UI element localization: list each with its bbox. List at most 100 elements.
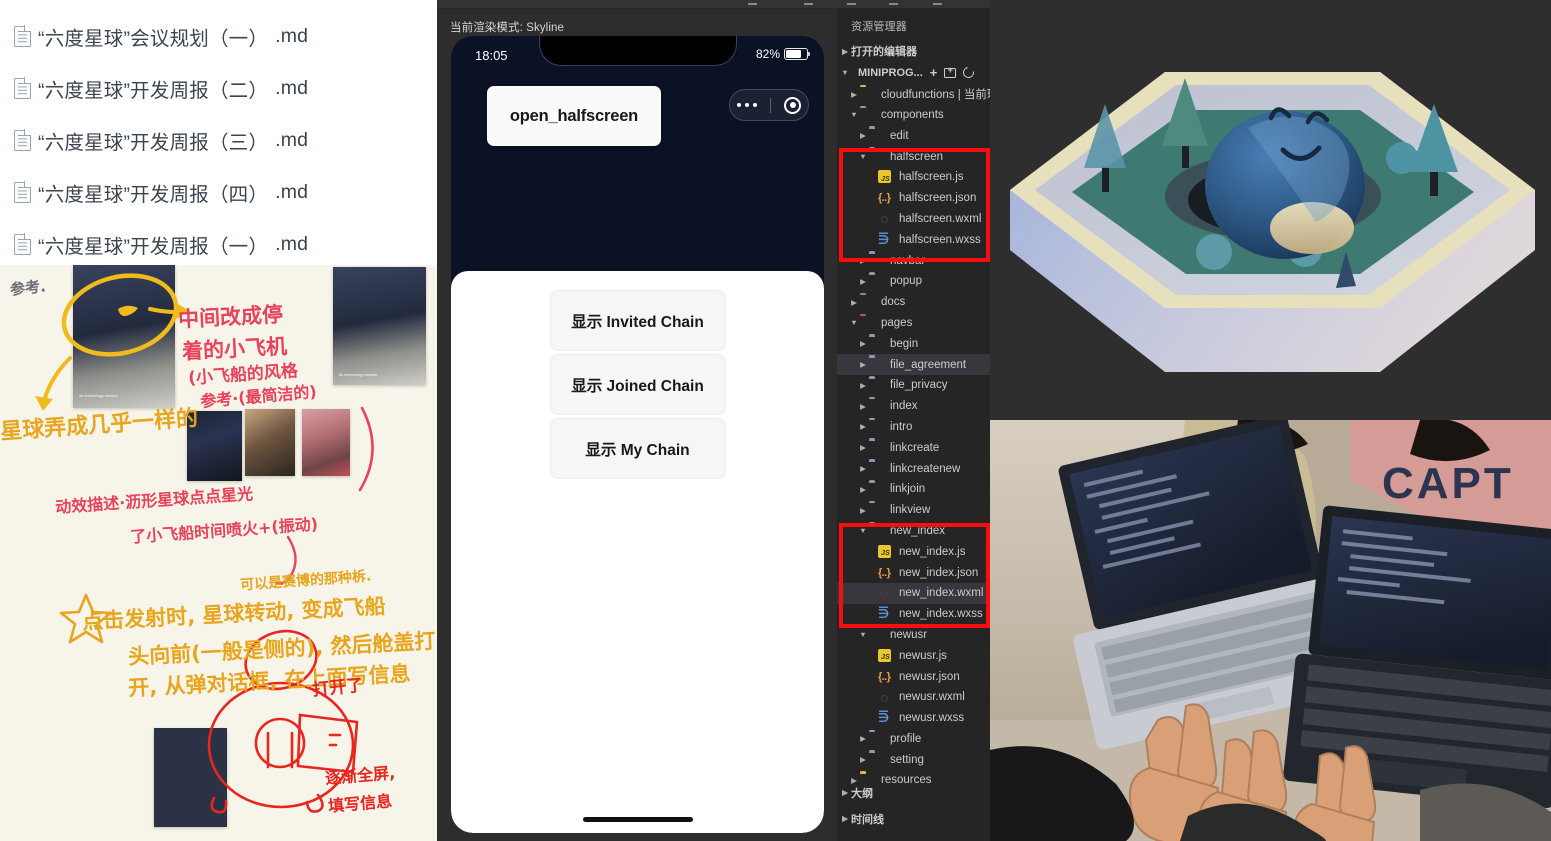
refresh-icon[interactable] (961, 65, 977, 81)
chevron-down-icon[interactable]: ▼ (848, 318, 860, 327)
tree-item-label: new_index.json (899, 566, 979, 579)
tree-file-row[interactable]: ▶{..}new_index.json (837, 562, 992, 583)
tree-folder-row[interactable]: ▶ linkcreate (837, 437, 992, 458)
chevron-right-icon[interactable]: ▶ (857, 422, 869, 431)
halfscreen-button[interactable]: 显示 Joined Chain (549, 354, 726, 415)
tree-folder-row[interactable]: ▶ popup (837, 271, 992, 292)
tree-folder-row[interactable]: ▶ linkcreatenew (837, 458, 992, 479)
tree-item-label: halfscreen.json (899, 192, 977, 205)
tree-folder-row[interactable]: ▶ cloudfunctions | 当前环 (837, 84, 992, 105)
explorer-close-icon[interactable] (933, 3, 942, 5)
chevron-right-icon[interactable]: ▶ (857, 485, 869, 494)
folder-icon (869, 482, 885, 496)
window-maximize-icon[interactable] (804, 3, 813, 5)
open-halfscreen-card[interactable]: open_halfscreen (487, 86, 661, 146)
target-circle-icon[interactable] (784, 96, 802, 114)
tree-file-row[interactable]: ▶⋽halfscreen.wxss (837, 229, 992, 250)
explorer-minimize-icon[interactable] (847, 3, 856, 5)
tree-item-label: newusr.wxml (899, 691, 965, 704)
chevron-down-icon[interactable]: ▼ (857, 526, 869, 535)
explorer-window-chrome (837, 0, 992, 9)
tree-folder-row[interactable]: ▶ file_agreement (837, 354, 992, 375)
tree-file-row[interactable]: ▶JShalfscreen.js (837, 167, 992, 188)
explorer-restore-icon[interactable] (889, 3, 898, 5)
chevron-right-icon[interactable]: ▶ (857, 443, 869, 452)
tree-file-row[interactable]: ▶⋽new_index.wxss (837, 604, 992, 625)
chevron-right-icon[interactable]: ▶ (857, 256, 869, 265)
tree-item-label: new_index.js (899, 545, 966, 558)
document-name: “六度星球”开发周报（四） (38, 183, 269, 206)
plus-icon[interactable]: + (930, 66, 938, 79)
tree-folder-row[interactable]: ▶ profile (837, 729, 992, 750)
list-item[interactable]: “六度星球”开发周报（二） .md (14, 62, 440, 114)
halfscreen-button[interactable]: 显示 Invited Chain (549, 290, 726, 351)
chevron-right-icon[interactable]: ▶ (857, 381, 869, 390)
new-folder-icon[interactable] (944, 65, 957, 78)
list-item[interactable]: “六度星球”开发周报（一） .md (14, 218, 440, 265)
chevron-right-icon[interactable]: ▶ (848, 298, 860, 307)
tree-item-label: index (890, 400, 918, 413)
tree-file-row[interactable]: ▶JSnewusr.js (837, 645, 992, 666)
wechat-capsule-bar[interactable] (729, 89, 809, 121)
tree-folder-row[interactable]: ▶ edit (837, 125, 992, 146)
folder-icon (869, 441, 885, 455)
chevron-down-icon[interactable]: ▼ (857, 630, 869, 639)
tree-folder-row[interactable]: ▼ components (837, 105, 992, 126)
project-header[interactable]: ▼ MINIPROG... + (837, 62, 992, 84)
document-extension: .md (275, 76, 309, 99)
wxss-file-icon: ⋽ (878, 710, 890, 726)
tree-file-row[interactable]: ▶new_index.wxml (837, 582, 992, 604)
tree-file-row[interactable]: ▶{..}halfscreen.json (837, 188, 992, 209)
tree-folder-row[interactable]: ▼ halfscreen (837, 146, 992, 167)
chevron-right-icon[interactable]: ▶ (857, 734, 869, 743)
tree-folder-row[interactable]: ▶ navbar (837, 250, 992, 271)
tree-file-row[interactable]: ▶{..}newusr.json (837, 666, 992, 687)
chevron-down-icon[interactable]: ▼ (848, 110, 860, 119)
section-timeline[interactable]: ▶ 时间线 (837, 808, 992, 829)
halfscreen-button[interactable]: 显示 My Chain (549, 418, 726, 479)
tree-item-label: file_agreement (890, 358, 967, 371)
tree-item-label: linkcreatenew (890, 462, 961, 475)
document-extension: .md (275, 128, 309, 151)
window-minimize-icon[interactable] (748, 3, 757, 5)
chevron-right-icon[interactable]: ▶ (857, 131, 869, 140)
js-file-icon: JS (878, 544, 894, 559)
list-item[interactable]: “六度星球”开发周报（四） .md (14, 166, 440, 218)
tree-folder-row[interactable]: ▼ newusr (837, 625, 992, 646)
tree-file-row[interactable]: ▶⋽newusr.wxss (837, 708, 992, 729)
tree-folder-row[interactable]: ▶ file_privacy (837, 375, 992, 396)
tree-file-row[interactable]: ▶JSnew_index.js (837, 541, 992, 562)
wxml-file-icon (878, 212, 894, 226)
list-item[interactable]: “六度星球”会议规划（一） .md (14, 10, 440, 62)
team-hackathon-photo: CAPT (990, 420, 1551, 841)
tree-folder-row[interactable]: ▼ pages (837, 313, 992, 334)
tree-folder-row[interactable]: ▶ intro (837, 417, 992, 438)
tree-folder-row[interactable]: ▼ new_index (837, 521, 992, 542)
tree-file-row[interactable]: ▶newusr.wxml (837, 687, 992, 708)
section-outline[interactable]: ▶ 大纲 (837, 782, 992, 803)
section-open-editors[interactable]: ▶ 打开的编辑器 (837, 41, 992, 62)
tree-file-row[interactable]: ▶halfscreen.wxml (837, 209, 992, 230)
chevron-right-icon[interactable]: ▶ (848, 90, 860, 99)
chevron-right-icon[interactable]: ▶ (857, 277, 869, 286)
handwritten-note: 打开了 (311, 675, 365, 701)
more-dots-icon[interactable] (736, 102, 758, 108)
tree-folder-row[interactable]: ▶ linkjoin (837, 479, 992, 500)
chevron-right-icon[interactable]: ▶ (857, 464, 869, 473)
chevron-right-icon[interactable]: ▶ (857, 755, 869, 764)
json-file-icon: {..} (878, 192, 891, 205)
tree-folder-row[interactable]: ▶ index (837, 396, 992, 417)
chevron-right-icon[interactable]: ▶ (857, 402, 869, 411)
chevron-down-icon[interactable]: ▼ (857, 152, 869, 161)
tree-folder-row[interactable]: ▶ begin (837, 333, 992, 354)
chevron-right-icon[interactable]: ▶ (857, 506, 869, 515)
tree-item-label: docs (881, 296, 906, 309)
wxml-file-icon (878, 586, 894, 600)
tree-folder-row[interactable]: ▶ docs (837, 292, 992, 313)
list-item[interactable]: “六度星球”开发周报（三） .md (14, 114, 440, 166)
halfscreen-button-label: 显示 Invited Chain (571, 313, 704, 331)
chevron-right-icon[interactable]: ▶ (857, 360, 869, 369)
tree-folder-row[interactable]: ▶ setting (837, 749, 992, 770)
chevron-right-icon[interactable]: ▶ (857, 339, 869, 348)
tree-folder-row[interactable]: ▶ linkview (837, 500, 992, 521)
